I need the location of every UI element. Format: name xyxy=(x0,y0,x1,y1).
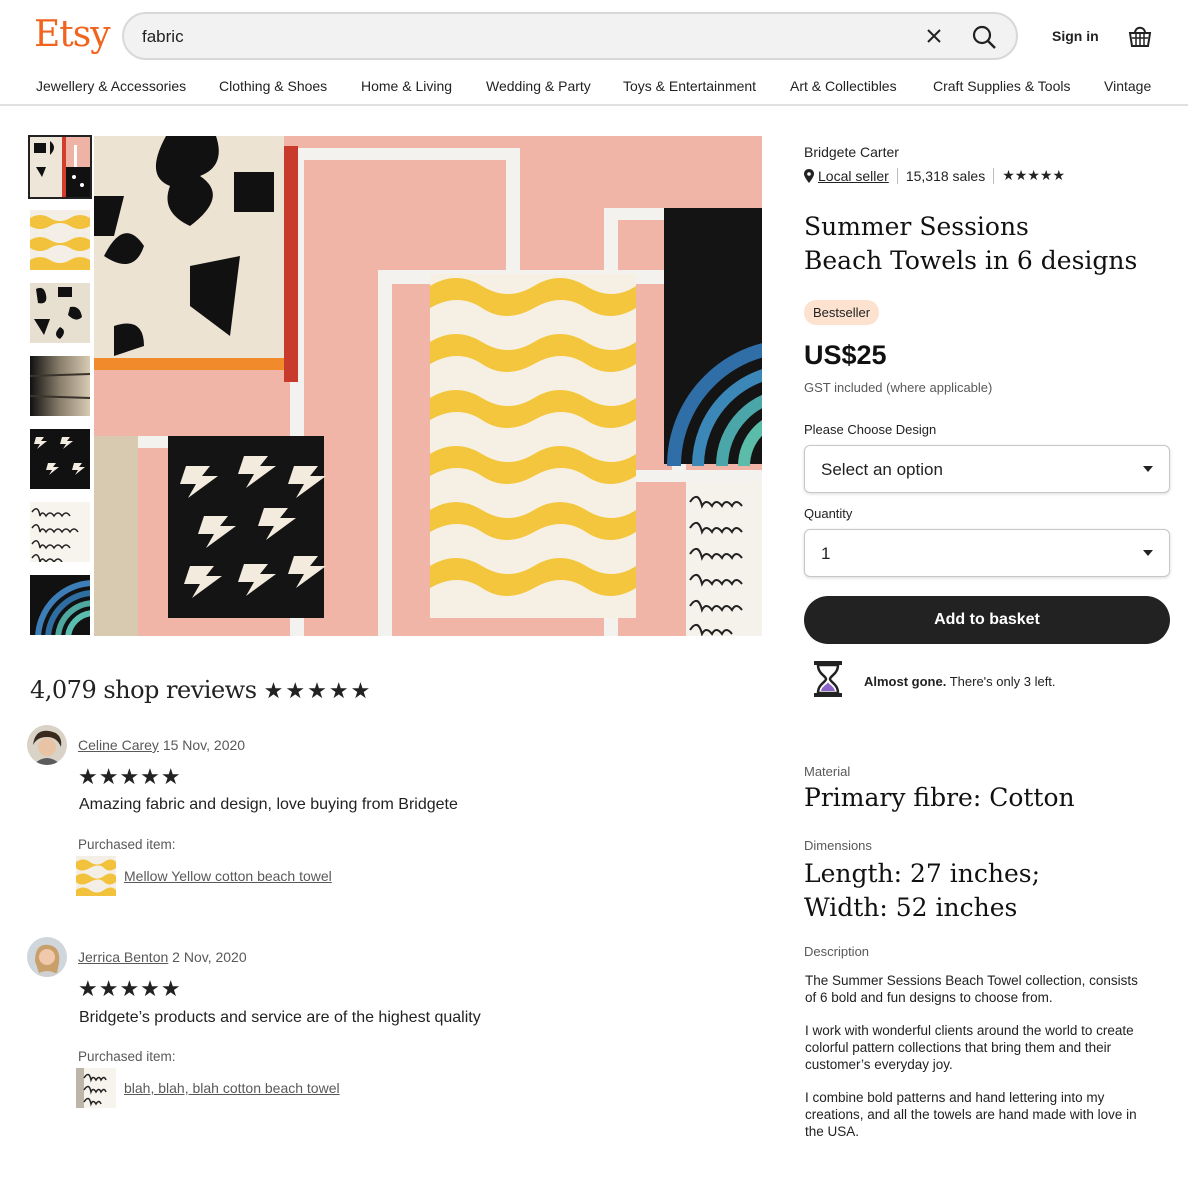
avatar[interactable] xyxy=(27,937,67,977)
search-bar[interactable]: fabric xyxy=(122,12,1018,60)
nav-clothing[interactable]: Clothing & Shoes xyxy=(219,78,327,94)
product-title-line: Summer Sessions xyxy=(804,212,1029,241)
nav-vintage[interactable]: Vintage xyxy=(1104,78,1151,94)
review-meta: Jerrica Benton 2 Nov, 2020 xyxy=(78,949,247,965)
description-paragraph: The Summer Sessions Beach Towel collecti… xyxy=(805,973,1138,1005)
product-title-line: Beach Towels in 6 designs xyxy=(804,246,1138,275)
reviewer-name-link[interactable]: Jerrica Benton xyxy=(78,949,168,965)
hourglass-icon xyxy=(814,661,842,697)
avatar[interactable] xyxy=(27,725,67,765)
caret-down-icon xyxy=(1143,466,1153,472)
description-paragraph: I work with wonderful clients around the… xyxy=(805,1023,1134,1072)
gallery-thumbnail[interactable] xyxy=(30,429,90,489)
dimensions-label: Dimensions xyxy=(804,838,872,853)
purchased-item-link[interactable]: blah, blah, blah cotton beach towel xyxy=(124,1080,340,1096)
nav-toys[interactable]: Toys & Entertainment xyxy=(623,78,756,94)
material-label: Material xyxy=(804,764,851,779)
shop-name-link[interactable]: Bridgete Carter xyxy=(804,144,899,160)
sign-in-link[interactable]: Sign in xyxy=(1052,28,1099,44)
stock-notice: Almost gone. There's only 3 left. xyxy=(864,674,1056,689)
gallery-thumbnail[interactable] xyxy=(30,283,90,343)
quantity-label: Quantity xyxy=(804,506,853,521)
tax-note: GST included (where applicable) xyxy=(804,380,993,395)
dimensions-length: Length: 27 inches; xyxy=(804,859,1041,888)
divider xyxy=(993,167,995,184)
reviews-rating-stars: ★★★★★ xyxy=(263,679,373,704)
purchased-item-thumbnail[interactable] xyxy=(76,856,116,896)
gallery-thumbnail[interactable] xyxy=(30,575,90,635)
review-date: 15 Nov, 2020 xyxy=(162,737,246,753)
header: Etsy fabric Sign in Jewellery & Accessor… xyxy=(0,0,1200,106)
review-text: Amazing fabric and design, love buying f… xyxy=(79,796,458,813)
purchased-label: Purchased item: xyxy=(78,837,176,852)
search-input[interactable]: fabric xyxy=(142,27,184,47)
nav-craft[interactable]: Craft Supplies & Tools xyxy=(933,78,1070,94)
basket-icon[interactable] xyxy=(1126,22,1154,50)
gallery-thumbnail[interactable] xyxy=(30,356,90,416)
nav-art[interactable]: Art & Collectibles xyxy=(790,78,897,94)
product-price: US$25 xyxy=(804,340,887,370)
gallery-thumbnail[interactable] xyxy=(28,135,92,199)
purchased-label: Purchased item: xyxy=(78,1049,176,1064)
nav-wedding[interactable]: Wedding & Party xyxy=(486,78,591,94)
pin-icon xyxy=(804,168,814,183)
sales-count: 15,318 sales xyxy=(905,167,986,184)
review-date: 2 Nov, 2020 xyxy=(172,949,247,965)
caret-down-icon xyxy=(1143,550,1153,556)
reviews-count: 4,079 shop reviews xyxy=(30,676,257,704)
reviews-heading: 4,079 shop reviews ★★★★★ xyxy=(30,676,372,704)
gallery-thumbnail[interactable] xyxy=(30,502,90,562)
gallery-thumbnail[interactable] xyxy=(30,210,90,270)
nav-home-living[interactable]: Home & Living xyxy=(361,78,452,94)
material-value: Primary fibre: Cotton xyxy=(804,783,1075,812)
product-main-image[interactable] xyxy=(94,136,762,636)
stock-notice-text: There's only 3 left. xyxy=(946,674,1056,689)
search-icon[interactable] xyxy=(970,23,998,51)
description-paragraph: I combine bold patterns and hand letteri… xyxy=(805,1090,1137,1139)
review-stars: ★★★★★ xyxy=(78,976,182,1001)
close-icon[interactable] xyxy=(922,24,946,48)
bestseller-badge: Bestseller xyxy=(804,300,880,325)
reviewer-name-link[interactable]: Celine Carey xyxy=(78,737,159,753)
product-title: Summer Sessions Beach Towels in 6 design… xyxy=(804,210,1174,278)
shop-rating-stars[interactable]: ★★★★★ xyxy=(1002,167,1065,184)
category-nav: Jewellery & Accessories Clothing & Shoes… xyxy=(0,72,1188,106)
design-label: Please Choose Design xyxy=(804,422,937,437)
divider xyxy=(896,167,898,184)
etsy-logo[interactable]: Etsy xyxy=(34,14,111,55)
dimensions-width: Width: 52 inches xyxy=(804,893,1018,922)
nav-jewellery[interactable]: Jewellery & Accessories xyxy=(36,78,186,94)
review-text: Bridgete’s products and service are of t… xyxy=(79,1009,481,1026)
stock-notice-bold: Almost gone. xyxy=(864,674,947,689)
seller-info: Local seller 15,318 sales ★★★★★ xyxy=(804,167,1065,184)
local-seller-link[interactable]: Local seller xyxy=(818,168,889,184)
design-select-value: Select an option xyxy=(821,460,943,479)
purchased-item-link[interactable]: Mellow Yellow cotton beach towel xyxy=(124,868,332,884)
design-select[interactable]: Select an option xyxy=(804,445,1170,493)
purchased-item-thumbnail[interactable] xyxy=(76,1068,116,1108)
review-meta: Celine Carey 15 Nov, 2020 xyxy=(78,737,245,753)
quantity-select[interactable]: 1 xyxy=(804,529,1170,577)
review-stars: ★★★★★ xyxy=(78,764,182,789)
quantity-select-value: 1 xyxy=(821,544,831,563)
add-to-basket-button[interactable]: Add to basket xyxy=(804,596,1170,644)
description-label: Description xyxy=(804,944,870,959)
